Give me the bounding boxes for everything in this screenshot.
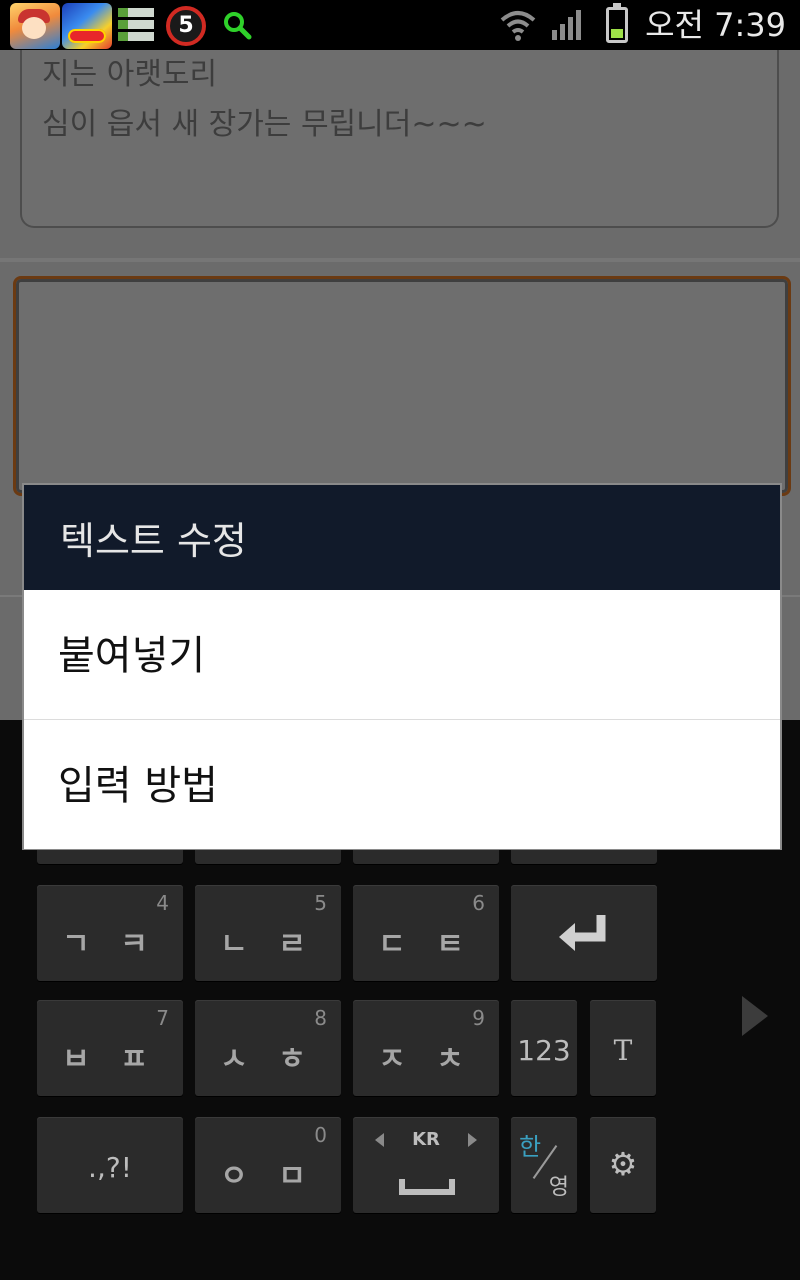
key-number-hint: 5 — [314, 891, 327, 915]
reply-input[interactable] — [13, 276, 791, 496]
language-indicator: KR — [412, 1129, 440, 1150]
key-giyeok-kieuk[interactable]: 4 ㄱ ㅋ — [37, 885, 183, 981]
message-line: 심이 읍서 새 장가는 무립니더~~~ — [42, 107, 487, 142]
key-nieun-rieul[interactable]: 5 ㄴ ㄹ — [195, 885, 341, 981]
key-bieup-pieup[interactable]: 7 ㅂ ㅍ — [37, 1000, 183, 1096]
key-label: ㅂ ㅍ — [62, 1042, 158, 1077]
key-label: 123 — [517, 1034, 571, 1067]
settings-key[interactable]: ⚙ — [590, 1117, 656, 1213]
enter-key[interactable] — [511, 885, 657, 981]
key-number-hint: 0 — [314, 1123, 327, 1147]
battery-icon — [606, 3, 628, 43]
key-label: ㅇ ㅁ — [220, 1159, 316, 1194]
key-number-hint: 8 — [314, 1006, 327, 1030]
paste-menu-item[interactable]: 붙여넣기 — [24, 590, 780, 719]
key-label: ㅅ ㅎ — [220, 1042, 316, 1077]
list-icon — [118, 8, 154, 44]
text-edit-icon: T — [613, 1034, 633, 1067]
key-number-hint: 7 — [156, 1006, 169, 1030]
chevron-right-icon — [468, 1133, 477, 1147]
message-line: 지는 아랫도리 — [42, 57, 218, 92]
key-jieut-chieut[interactable]: 9 ㅈ ㅊ — [353, 1000, 499, 1096]
key-siot-hieut[interactable]: 8 ㅅ ㅎ — [195, 1000, 341, 1096]
key-label: ㅈ ㅊ — [378, 1042, 474, 1077]
key-label: ㄷ ㅌ — [378, 927, 474, 962]
app-icon-pilot-game — [10, 3, 60, 49]
timer-icon: 5 — [166, 6, 206, 46]
message-card: 지는 아랫도리 심이 읍서 새 장가는 무립니더~~~ — [20, 50, 779, 228]
space-key[interactable]: KR — [353, 1117, 499, 1213]
chevron-right-icon[interactable] — [742, 996, 768, 1036]
key-label: .,?! — [88, 1151, 132, 1184]
key-number-hint: 6 — [472, 891, 485, 915]
dialog-title: 텍스트 수정 — [24, 485, 780, 590]
key-label: ㄴ ㄹ — [220, 927, 316, 962]
wifi-icon — [500, 11, 536, 41]
key-label-korean: 한 — [519, 1133, 542, 1161]
status-bar: 5 오전 7:39 — [0, 0, 800, 50]
space-bar-icon — [399, 1179, 455, 1195]
status-clock: 오전 7:39 — [645, 6, 786, 44]
gear-icon: ⚙ — [608, 1145, 638, 1183]
app-icon-racing-game — [62, 3, 112, 49]
search-icon — [224, 12, 252, 40]
punctuation-key[interactable]: .,?! — [37, 1117, 183, 1213]
key-number-hint: 9 — [472, 1006, 485, 1030]
input-method-menu-item[interactable]: 입력 방법 — [24, 720, 780, 849]
key-number-hint: 4 — [156, 891, 169, 915]
signal-icon — [552, 10, 581, 40]
enter-icon — [559, 915, 606, 951]
key-digeut-tieut[interactable]: 6 ㄷ ㅌ — [353, 885, 499, 981]
key-label: ㄱ ㅋ — [62, 927, 158, 962]
key-label-english: 영 — [548, 1175, 569, 1200]
edit-text-dialog: 텍스트 수정 붙여넣기 입력 방법 — [22, 483, 782, 850]
divider — [0, 258, 800, 262]
language-toggle-key[interactable]: 한 영 — [511, 1117, 577, 1213]
text-edit-key[interactable]: T — [590, 1000, 656, 1096]
numbers-key[interactable]: 123 — [511, 1000, 577, 1096]
key-ieung-mieum[interactable]: 0 ㅇ ㅁ — [195, 1117, 341, 1213]
